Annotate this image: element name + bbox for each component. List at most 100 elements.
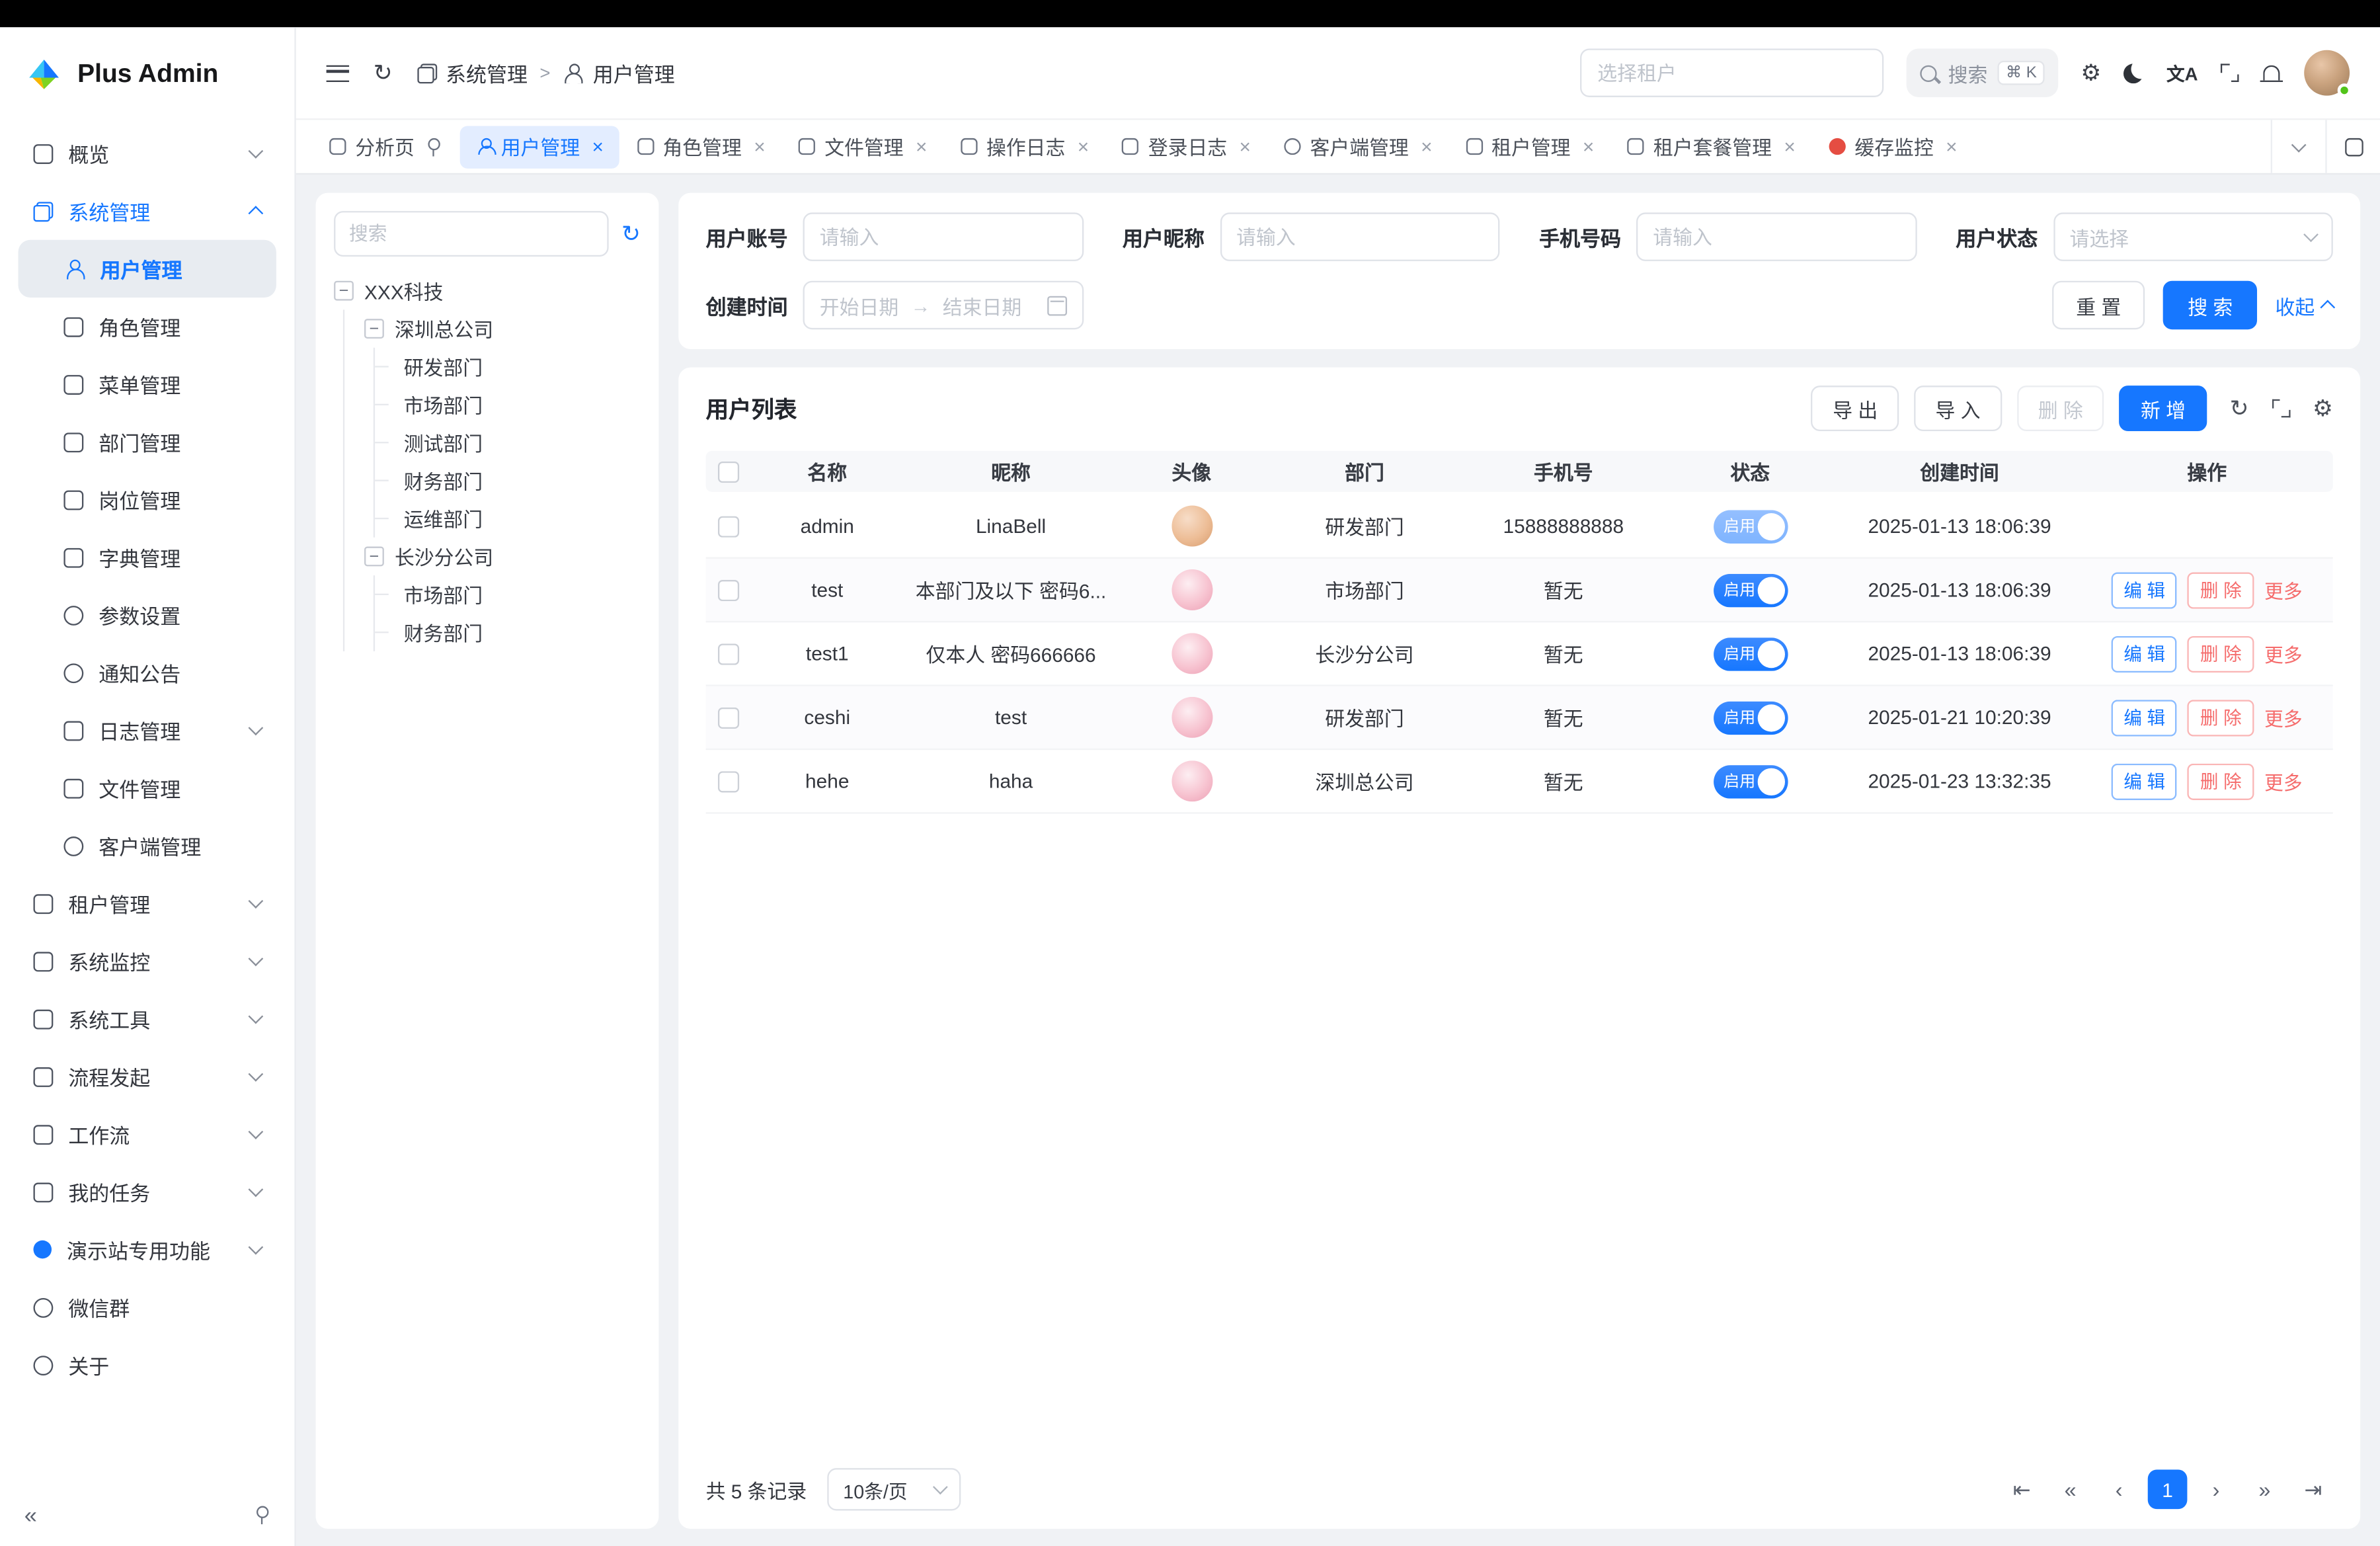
status-toggle[interactable]: 启用: [1713, 764, 1788, 798]
app-logo[interactable]: Plus Admin: [0, 27, 294, 121]
sidebar-item-tenant[interactable]: 租户管理: [19, 874, 276, 932]
tab-close-icon[interactable]: ×: [1946, 135, 1957, 157]
row-delete-button[interactable]: 删 除: [2188, 763, 2254, 799]
tree-node[interactable]: 研发部门: [395, 348, 641, 386]
sidebar-item-dict[interactable]: 字典管理: [19, 528, 276, 586]
tree-expander-icon[interactable]: −: [334, 281, 354, 301]
tab-login-log[interactable]: 登录日志×: [1107, 125, 1266, 167]
tab-close-icon[interactable]: ×: [1784, 135, 1795, 157]
tab-file[interactable]: 文件管理×: [783, 125, 942, 167]
edit-button[interactable]: 编 辑: [2112, 763, 2178, 799]
row-checkbox[interactable]: [718, 707, 739, 728]
last-page-button[interactable]: ⇥: [2293, 1469, 2333, 1509]
sidebar-item-log[interactable]: 日志管理: [19, 702, 276, 759]
nickname-input[interactable]: [1220, 212, 1500, 261]
tree-node[interactable]: −XXX科技: [334, 272, 641, 309]
notifications-bell-icon[interactable]: [2262, 65, 2281, 84]
row-checkbox[interactable]: [718, 770, 739, 792]
tab-close-icon[interactable]: ×: [592, 135, 603, 157]
sidebar-item-role[interactable]: 角色管理: [19, 298, 276, 355]
phone-input[interactable]: [1636, 212, 1917, 261]
page-size-select[interactable]: 10条/页: [828, 1468, 961, 1510]
breadcrumb-item-user[interactable]: 用户管理: [563, 58, 675, 88]
sidebar-item-wechat[interactable]: 微信群: [19, 1278, 276, 1336]
row-checkbox[interactable]: [718, 579, 739, 600]
global-search[interactable]: 搜索 ⌘ K: [1907, 48, 2058, 97]
row-delete-button[interactable]: 删 除: [2188, 571, 2254, 608]
language-icon[interactable]: 文A: [2166, 60, 2198, 86]
status-toggle[interactable]: 启用: [1713, 701, 1788, 735]
sidebar-item-demo[interactable]: 演示站专用功能: [19, 1221, 276, 1278]
tree-expander-icon[interactable]: −: [364, 547, 384, 567]
sidebar-item-about[interactable]: 关于: [19, 1336, 276, 1393]
more-button[interactable]: 更多: [2264, 766, 2302, 795]
tab-close-icon[interactable]: ×: [1583, 135, 1594, 157]
tab-tenant[interactable]: 租户管理×: [1450, 125, 1609, 167]
tab-tenant-package[interactable]: 租户套餐管理×: [1612, 125, 1811, 167]
date-range-input[interactable]: 开始日期 → 结束日期: [803, 281, 1084, 329]
status-toggle[interactable]: 启用: [1713, 637, 1788, 671]
row-checkbox[interactable]: [718, 515, 739, 536]
tab-close-icon[interactable]: ×: [754, 135, 765, 157]
dept-search-input[interactable]: [334, 211, 610, 257]
account-input[interactable]: [803, 212, 1084, 261]
more-button[interactable]: 更多: [2264, 639, 2302, 669]
tree-node[interactable]: −深圳总公司: [364, 309, 641, 347]
next-page-button[interactable]: ›: [2196, 1469, 2236, 1509]
tree-node[interactable]: 市场部门: [395, 386, 641, 423]
sidebar-item-workflow[interactable]: 工作流: [19, 1105, 276, 1162]
tree-node[interactable]: 财务部门: [395, 614, 641, 651]
search-button[interactable]: 搜 索: [2164, 281, 2257, 329]
collapse-filters-link[interactable]: 收起: [2276, 291, 2333, 320]
sidebar-item-system[interactable]: 系统管理: [19, 183, 276, 240]
tab-close-icon[interactable]: ×: [1421, 135, 1432, 157]
edit-button[interactable]: 编 辑: [2112, 699, 2178, 735]
prev-pages-button[interactable]: «: [2051, 1469, 2090, 1509]
dept-tree-refresh-icon[interactable]: ↻: [621, 220, 641, 247]
tree-node[interactable]: 运维部门: [395, 499, 641, 537]
tree-node[interactable]: 财务部门: [395, 462, 641, 499]
sidebar-item-user[interactable]: 用户管理: [19, 240, 276, 298]
status-toggle[interactable]: 启用: [1713, 509, 1788, 543]
tab-layout-button[interactable]: [2325, 120, 2380, 173]
tree-node[interactable]: −长沙分公司: [364, 538, 641, 575]
tree-node[interactable]: 市场部门: [395, 575, 641, 613]
table-refresh-icon[interactable]: ↻: [2230, 397, 2249, 419]
tab-analysis[interactable]: 分析页: [314, 125, 457, 167]
table-settings-gear-icon[interactable]: ⚙: [2313, 397, 2333, 419]
tab-user[interactable]: 用户管理×: [460, 125, 619, 167]
row-delete-button[interactable]: 删 除: [2188, 635, 2254, 672]
reset-button[interactable]: 重 置: [2051, 281, 2145, 329]
sidebar-item-file[interactable]: 文件管理: [19, 759, 276, 817]
more-button[interactable]: 更多: [2264, 575, 2302, 604]
tab-cache-monitor[interactable]: 缓存监控×: [1813, 125, 1972, 167]
tab-op-log[interactable]: 操作日志×: [945, 125, 1104, 167]
select-all-checkbox[interactable]: [718, 461, 739, 482]
prev-page-button[interactable]: ‹: [2099, 1469, 2139, 1509]
sidebar-item-my-tasks[interactable]: 我的任务: [19, 1163, 276, 1221]
more-button[interactable]: 更多: [2264, 703, 2302, 732]
tab-close-icon[interactable]: ×: [916, 135, 927, 157]
sidebar-item-config[interactable]: 参数设置: [19, 586, 276, 643]
edit-button[interactable]: 编 辑: [2112, 635, 2178, 672]
row-checkbox[interactable]: [718, 643, 739, 664]
sidebar-item-post[interactable]: 岗位管理: [19, 471, 276, 528]
sidebar-item-client[interactable]: 客户端管理: [19, 817, 276, 874]
sidebar-item-menu[interactable]: 菜单管理: [19, 355, 276, 413]
next-pages-button[interactable]: »: [2245, 1469, 2285, 1509]
dark-mode-icon[interactable]: [2124, 63, 2144, 83]
first-page-button[interactable]: ⇤: [2002, 1469, 2042, 1509]
status-toggle[interactable]: 启用: [1713, 573, 1788, 607]
edit-button[interactable]: 编 辑: [2112, 571, 2178, 608]
tab-pin-icon[interactable]: [424, 138, 442, 156]
tenant-select[interactable]: [1581, 48, 1884, 97]
fullscreen-icon[interactable]: [2221, 63, 2239, 82]
settings-gear-icon[interactable]: ⚙: [2081, 61, 2101, 84]
sidebar-collapse-button[interactable]: «: [24, 1502, 37, 1528]
delete-button[interactable]: 删 除: [2017, 386, 2104, 431]
sidebar-item-flow-start[interactable]: 流程发起: [19, 1047, 276, 1105]
sidebar-item-tools[interactable]: 系统工具: [19, 990, 276, 1047]
page-1-button[interactable]: 1: [2148, 1469, 2188, 1509]
tab-close-icon[interactable]: ×: [1240, 135, 1251, 157]
tab-close-icon[interactable]: ×: [1078, 135, 1089, 157]
